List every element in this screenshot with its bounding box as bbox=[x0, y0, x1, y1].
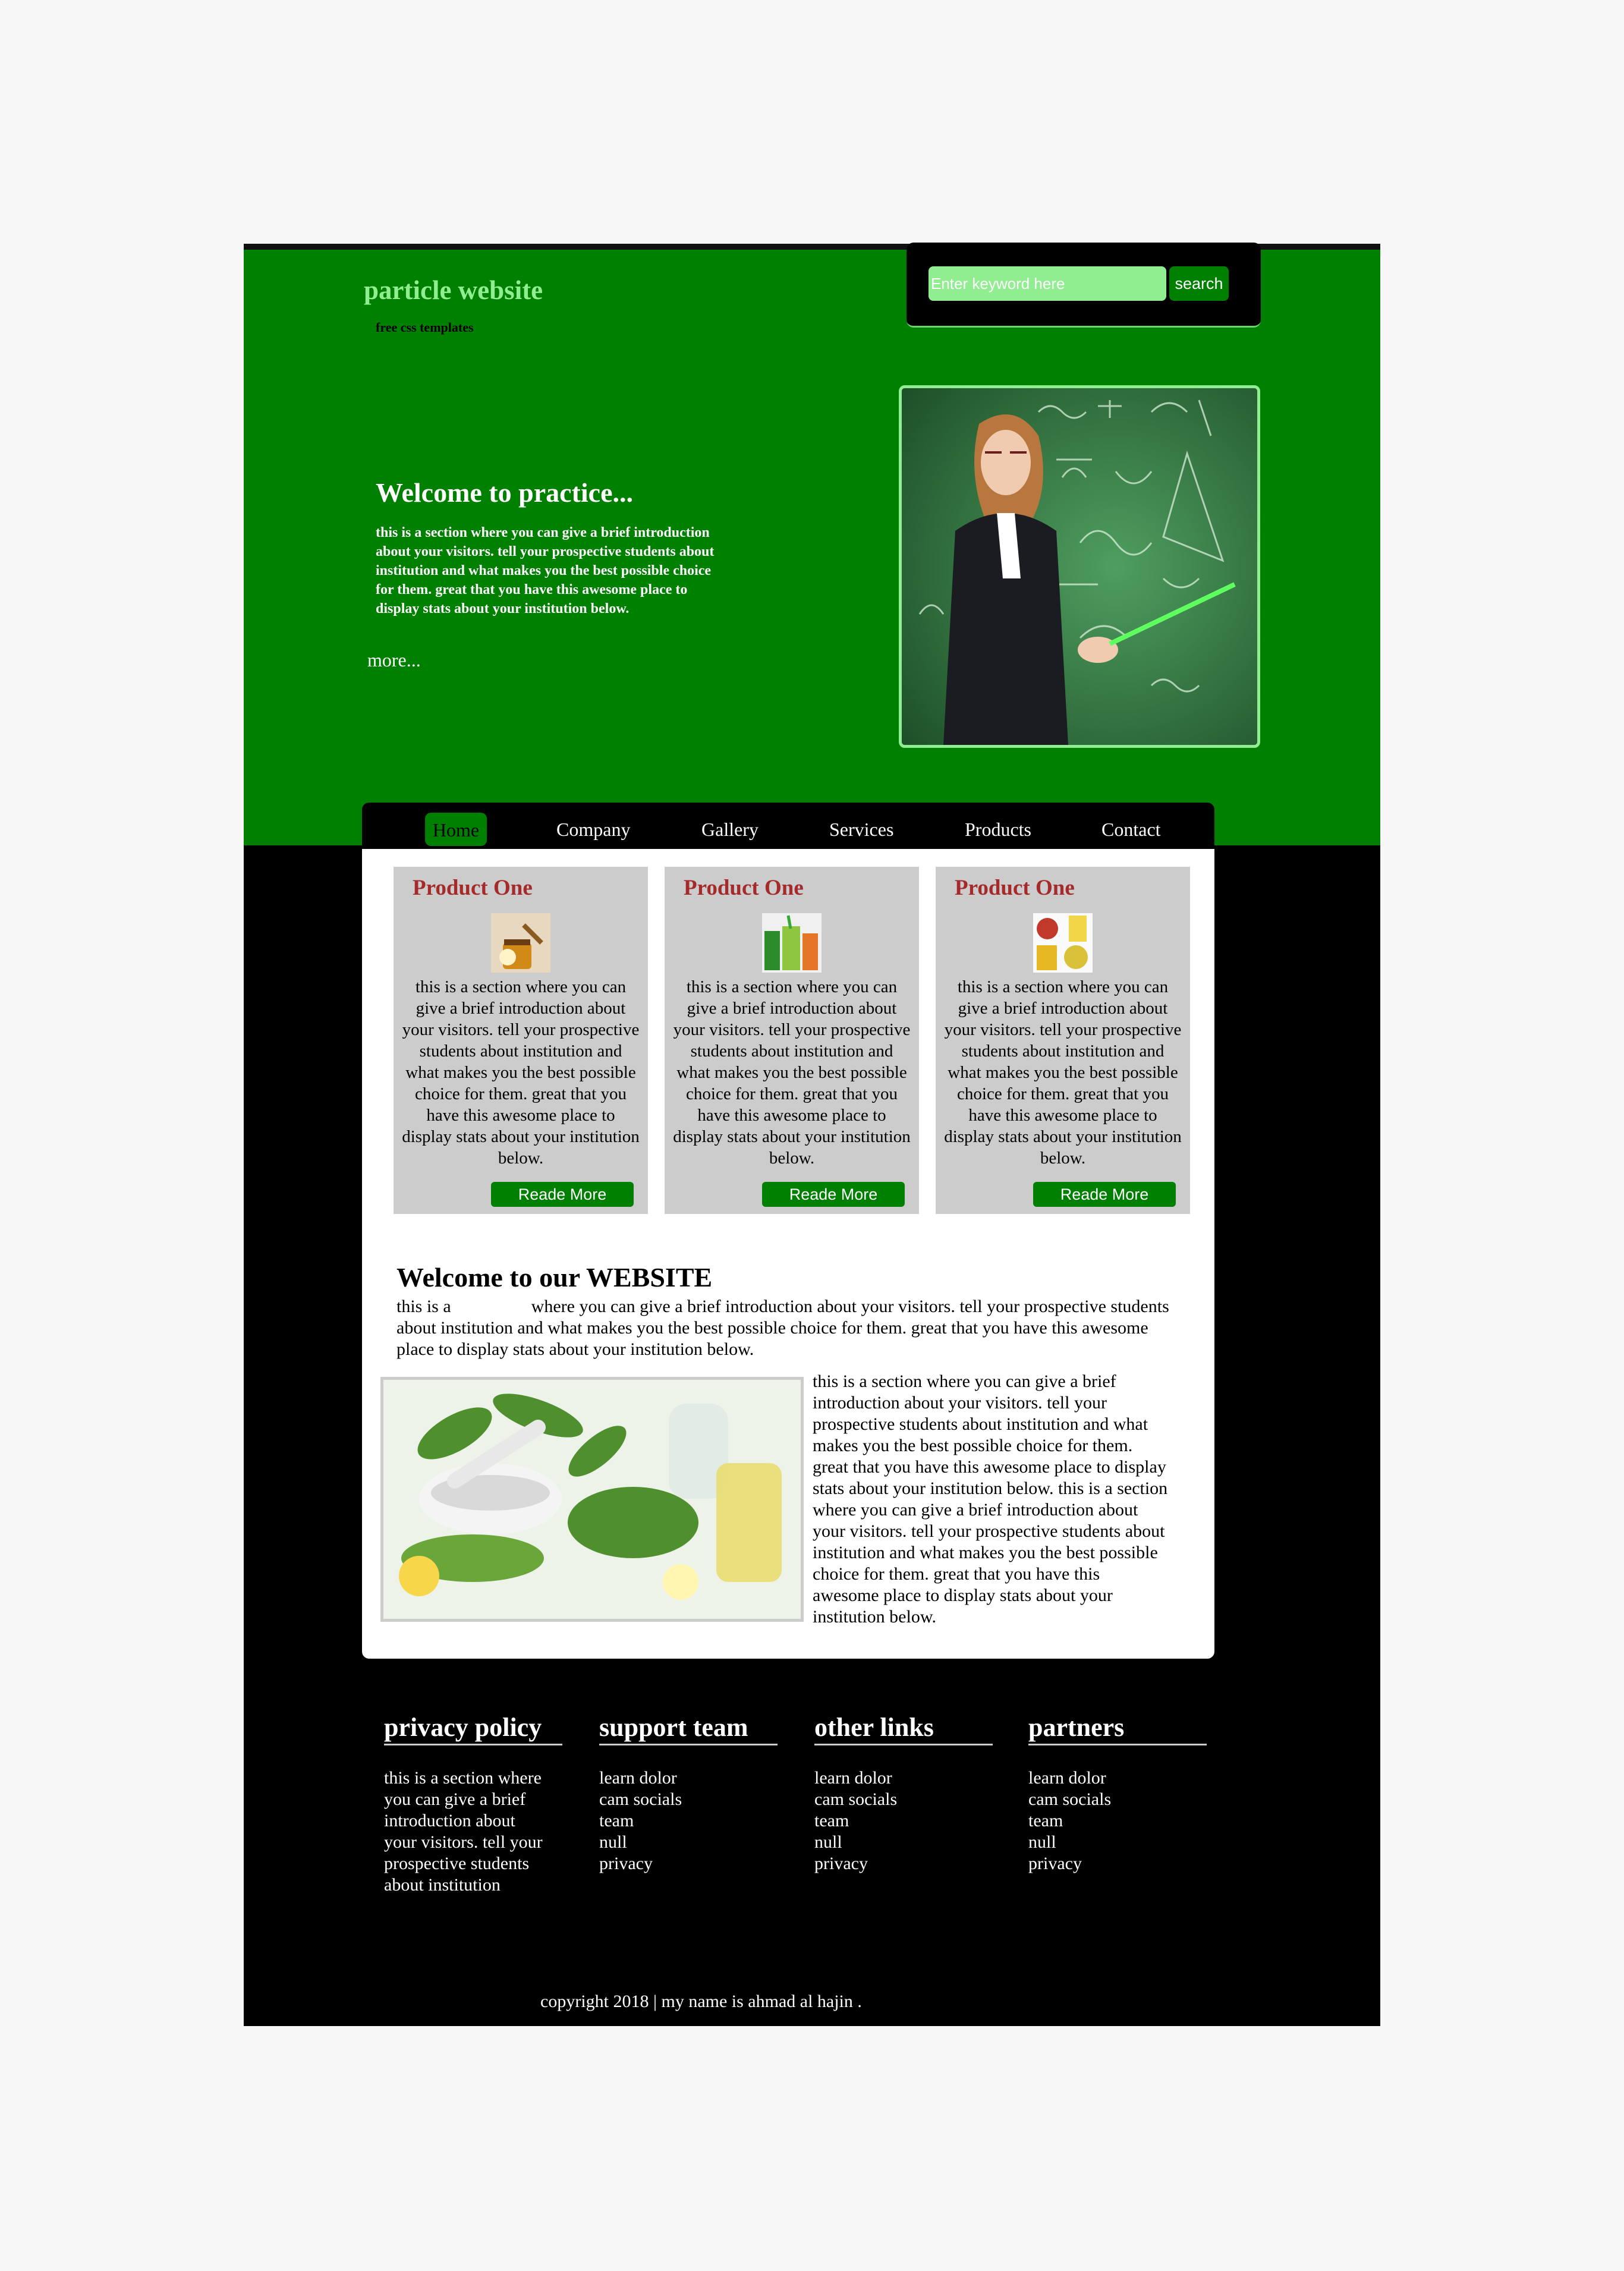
teacher-photo bbox=[899, 385, 1260, 748]
footer-heading: privacy policy bbox=[384, 1712, 562, 1745]
footer-links: learn dolor cam socials team null privac… bbox=[814, 1767, 897, 1874]
footer-text: this is a section where you can give a br… bbox=[384, 1768, 543, 1895]
card-title: Product One bbox=[955, 876, 1075, 900]
read-more-button[interactable]: Reade More bbox=[491, 1182, 634, 1207]
more-link[interactable]: more... bbox=[367, 649, 421, 671]
copyright-text: copyright 2018 | my name is ahmad al haj… bbox=[540, 1992, 862, 2011]
footer-link[interactable]: privacy bbox=[599, 1853, 682, 1874]
footer-link[interactable]: learn dolor bbox=[814, 1767, 897, 1789]
card-title: Product One bbox=[413, 876, 533, 900]
footer-link[interactable]: team bbox=[599, 1810, 682, 1832]
nav-item-home[interactable]: Home bbox=[425, 813, 487, 846]
site-subtitle: free css templates bbox=[376, 320, 474, 335]
hero-text: this is a section where you can give a b… bbox=[376, 525, 715, 616]
nav-bar bbox=[362, 803, 1214, 849]
footer-link[interactable]: learn dolor bbox=[599, 1767, 682, 1789]
footer-link[interactable]: team bbox=[1028, 1810, 1111, 1832]
nav-item-contact[interactable]: Contact bbox=[1101, 811, 1161, 843]
footer-link[interactable]: learn dolor bbox=[1028, 1767, 1111, 1789]
card-text: this is a section where you can give a b… bbox=[402, 977, 640, 1168]
site-title: particle website bbox=[364, 275, 543, 305]
hero-heading: Welcome to practice... bbox=[376, 477, 633, 508]
footer-link[interactable]: privacy bbox=[814, 1853, 897, 1874]
footer-heading: other links bbox=[814, 1712, 993, 1745]
nav-item-services[interactable]: Services bbox=[829, 811, 893, 843]
footer-heading: support team bbox=[599, 1712, 778, 1745]
read-more-button[interactable]: Reade More bbox=[762, 1182, 905, 1207]
footer-link[interactable]: cam socials bbox=[814, 1789, 897, 1810]
card-title: Product One bbox=[684, 876, 804, 900]
search-button[interactable]: search bbox=[1169, 266, 1229, 301]
product-card: Product One this is a section where you … bbox=[394, 867, 648, 1214]
footer-links: learn dolor cam socials team null privac… bbox=[1028, 1767, 1111, 1874]
product-card: Product One this is a section where you … bbox=[936, 867, 1190, 1214]
honey-image bbox=[491, 913, 550, 973]
herbs-image bbox=[380, 1377, 804, 1622]
footer-link[interactable]: cam socials bbox=[1028, 1789, 1111, 1810]
footer-link[interactable]: team bbox=[814, 1810, 897, 1832]
footer-link[interactable]: privacy bbox=[1028, 1853, 1111, 1874]
footer-link[interactable]: cam socials bbox=[599, 1789, 682, 1810]
footer-links: learn dolor cam socials team null privac… bbox=[599, 1767, 682, 1874]
card-text: this is a section where you can give a b… bbox=[673, 977, 911, 1168]
side-text: this is a section where you can give a b… bbox=[813, 1372, 1168, 1627]
fruit-image bbox=[1033, 913, 1093, 973]
read-more-button[interactable]: Reade More bbox=[1033, 1182, 1176, 1207]
footer-link[interactable]: null bbox=[599, 1832, 682, 1853]
card-text: this is a section where you can give a b… bbox=[944, 977, 1182, 1168]
product-card: Product One this is a section where you … bbox=[665, 867, 919, 1214]
footer-link[interactable]: null bbox=[1028, 1832, 1111, 1853]
smoothie-image bbox=[762, 913, 822, 973]
footer-link[interactable]: null bbox=[814, 1832, 897, 1853]
nav-item-gallery[interactable]: Gallery bbox=[701, 811, 759, 843]
welcome-text: this is a where you can give a brief int… bbox=[396, 1297, 1174, 1359]
search-input[interactable] bbox=[929, 266, 1166, 301]
nav-item-company[interactable]: Company bbox=[556, 811, 630, 843]
nav-item-products[interactable]: Products bbox=[965, 811, 1031, 843]
footer-heading: partners bbox=[1028, 1712, 1207, 1745]
welcome-heading: Welcome to our WEBSITE bbox=[396, 1262, 713, 1292]
